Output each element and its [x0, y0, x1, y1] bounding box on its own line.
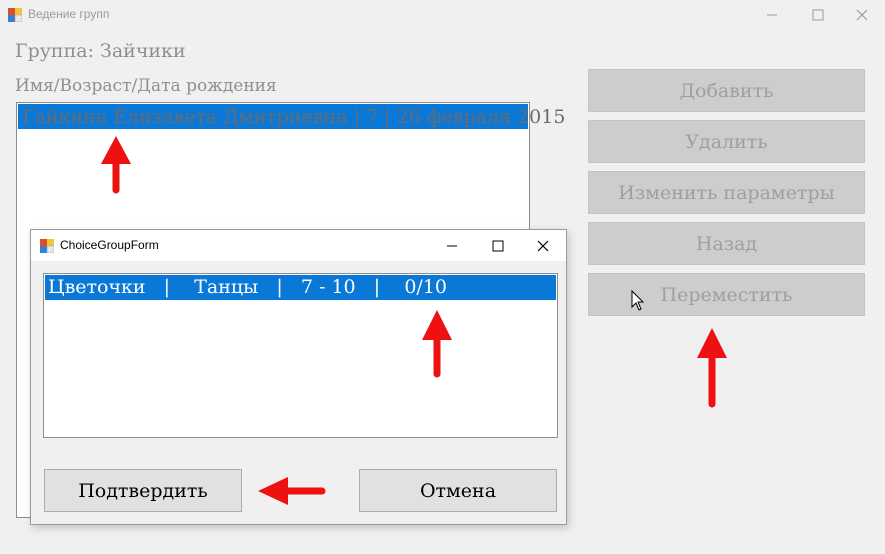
dialog-close-button[interactable] — [520, 230, 566, 261]
delete-button[interactable]: Удалить — [588, 120, 865, 163]
edit-params-button[interactable]: Изменить параметры — [588, 171, 865, 214]
confirm-button[interactable]: Подтвердить — [44, 469, 242, 512]
annotation-arrow-left-icon — [258, 477, 326, 505]
dialog-title-bar: ChoiceGroupForm — [31, 230, 566, 261]
minimize-icon — [767, 14, 777, 16]
close-icon — [856, 9, 868, 21]
back-button[interactable]: Назад — [588, 222, 865, 265]
group-choice-list[interactable]: Цветочки | Танцы | 7 - 10 | 0/10 — [43, 273, 558, 438]
group-label: Группа: Зайчики — [15, 40, 186, 62]
close-icon — [537, 240, 549, 251]
annotation-arrow-up-icon — [101, 136, 131, 194]
student-row-text: Гайкина Елизавета Дмитриевна | 7 | 26 фе… — [22, 106, 566, 128]
window-title: Ведение групп — [28, 7, 110, 21]
dialog-app-icon — [40, 239, 54, 253]
app-icon — [8, 8, 22, 22]
move-button[interactable]: Переместить — [588, 273, 865, 316]
minimize-icon — [447, 245, 457, 246]
choice-group-dialog: ChoiceGroupForm Цветочки | Танцы | 7 - 1… — [30, 229, 567, 525]
maximize-icon — [492, 240, 504, 251]
mouse-cursor-icon — [631, 290, 645, 311]
minimize-button[interactable] — [749, 0, 795, 30]
columns-header-label: Имя/Возраст/Дата рождения — [15, 76, 277, 96]
dialog-title: ChoiceGroupForm — [60, 238, 159, 252]
dialog-minimize-button[interactable] — [429, 230, 475, 261]
group-row-text: Цветочки | Танцы | 7 - 10 | 0/10 — [48, 276, 447, 298]
list-item-selected[interactable]: Цветочки | Танцы | 7 - 10 | 0/10 — [45, 275, 556, 300]
maximize-button[interactable] — [795, 0, 841, 30]
cancel-button[interactable]: Отмена — [359, 469, 557, 512]
main-title-bar: Ведение групп — [0, 0, 885, 30]
add-button[interactable]: Добавить — [588, 69, 865, 112]
annotation-arrow-up-icon — [422, 310, 452, 378]
maximize-icon — [812, 9, 824, 21]
annotation-arrow-up-icon — [697, 328, 727, 408]
list-item-selected[interactable]: Гайкина Елизавета Дмитриевна | 7 | 26 фе… — [18, 104, 565, 129]
close-button[interactable] — [839, 0, 885, 30]
dialog-maximize-button[interactable] — [475, 230, 521, 261]
